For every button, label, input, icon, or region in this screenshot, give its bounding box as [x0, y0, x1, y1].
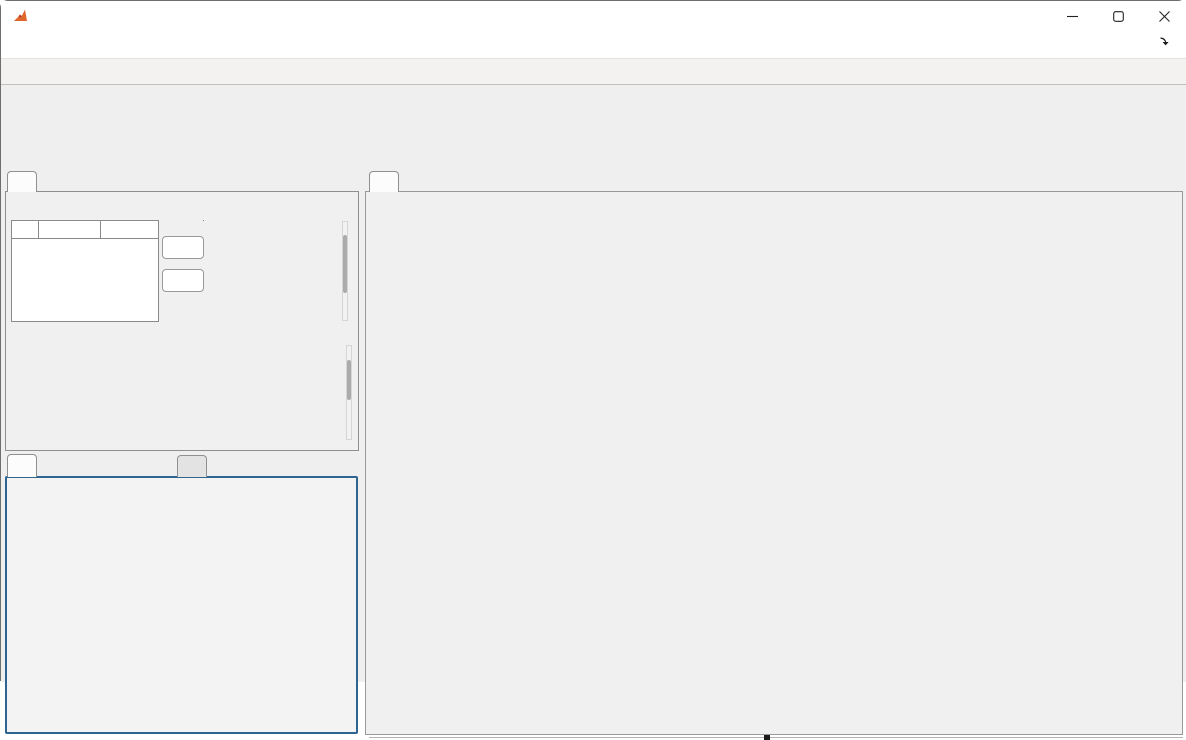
- tab-feplot-cax1[interactable]: [7, 454, 37, 477]
- tab-idcom-properties[interactable]: [7, 171, 37, 192]
- minimize-button[interactable]: [1049, 1, 1095, 31]
- title-bar: [1, 1, 1186, 31]
- undock-arrow-icon[interactable]: [1158, 35, 1171, 48]
- tab-feplot-mdl[interactable]: [177, 455, 207, 477]
- stack-table-body[interactable]: [11, 239, 159, 322]
- iiplot-panel[interactable]: [365, 191, 1183, 735]
- maximize-button[interactable]: [1095, 1, 1141, 31]
- move-left-button[interactable]: [162, 269, 204, 292]
- toolbar: [1, 58, 1186, 85]
- frf-chart[interactable]: [366, 192, 1182, 734]
- tree-scrollbar[interactable]: [346, 345, 352, 440]
- matlab-icon: [12, 7, 30, 25]
- stack-table[interactable]: [11, 220, 159, 322]
- move-right-button[interactable]: [162, 236, 204, 259]
- poles-scrollbar[interactable]: [342, 221, 348, 321]
- tab-iiplot-test[interactable]: [369, 171, 399, 192]
- mode-shape-wireframe[interactable]: [7, 478, 356, 732]
- poles-table[interactable]: [203, 220, 204, 221]
- menu-bar: [1, 31, 1186, 58]
- stack-col-idalt: [39, 220, 101, 239]
- stack-col-blank: [11, 220, 39, 239]
- horizontal-splitter[interactable]: [369, 737, 1183, 738]
- stack-col-empty: [101, 220, 159, 239]
- close-button[interactable]: [1141, 1, 1186, 31]
- main-area: [1, 85, 1186, 682]
- feplot-viewer-panel[interactable]: [5, 476, 358, 734]
- idcom-properties-panel: [5, 191, 359, 451]
- application-window: { "window": { "title": "Id - feplot(3,'c…: [0, 0, 1186, 681]
